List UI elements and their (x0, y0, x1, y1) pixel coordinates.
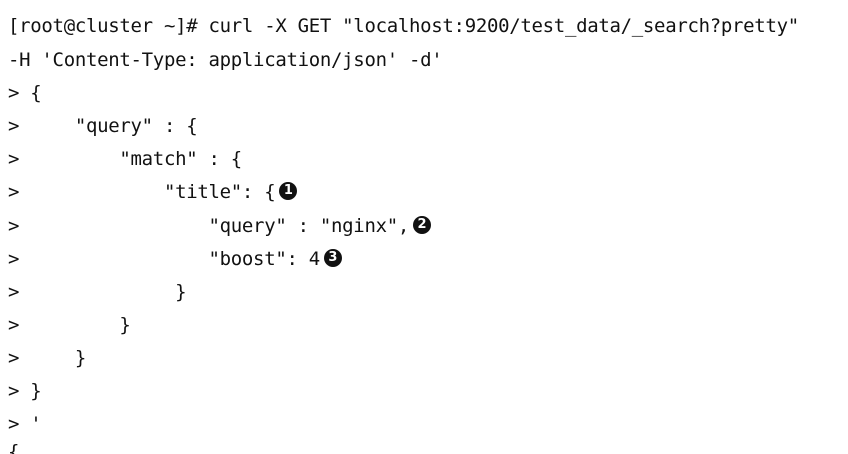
terminal-line: > } (8, 375, 42, 408)
terminal-line: > "query" : "nginx", 2 (8, 210, 432, 243)
terminal-line: > "boost": 43 (8, 243, 342, 276)
terminal-window[interactable]: [root@cluster ~]# curl -X GET "localhost… (0, 0, 848, 454)
callout-marker-2: 2 (413, 215, 432, 234)
output-line: { (8, 441, 20, 454)
terminal-line: > } (8, 309, 131, 342)
terminal-line: > { (8, 77, 42, 110)
json-line: > "match" : { (8, 148, 242, 170)
callout-marker-1: 1 (279, 181, 298, 200)
json-line: > "query" : { (8, 115, 198, 137)
callout-marker-3: 3 (323, 248, 342, 267)
command-text: [root@cluster ~]# curl -X GET "localhost… (8, 15, 799, 37)
json-line: > } (8, 281, 187, 303)
terminal-line: > } (8, 342, 86, 375)
terminal-line: > "query" : { (8, 110, 198, 143)
json-line: > "title": { (8, 181, 276, 203)
terminal-line: > } (8, 276, 187, 309)
terminal-line: > "title": {1 (8, 176, 298, 209)
json-line: > } (8, 347, 86, 369)
command-text: -H 'Content-Type: application/json' -d' (8, 49, 443, 71)
json-line: > { (8, 82, 42, 104)
json-line: > ' (8, 413, 42, 435)
terminal-line: [root@cluster ~]# curl -X GET "localhost… (8, 10, 799, 43)
terminal-line: -H 'Content-Type: application/json' -d' (8, 44, 443, 77)
json-line: > "boost": 4 (8, 248, 320, 270)
terminal-line: > "match" : { (8, 143, 242, 176)
terminal-line: { (8, 436, 19, 454)
json-line: > "query" : "nginx", (8, 215, 410, 237)
json-line: > } (8, 314, 131, 336)
json-line: > } (8, 380, 42, 402)
